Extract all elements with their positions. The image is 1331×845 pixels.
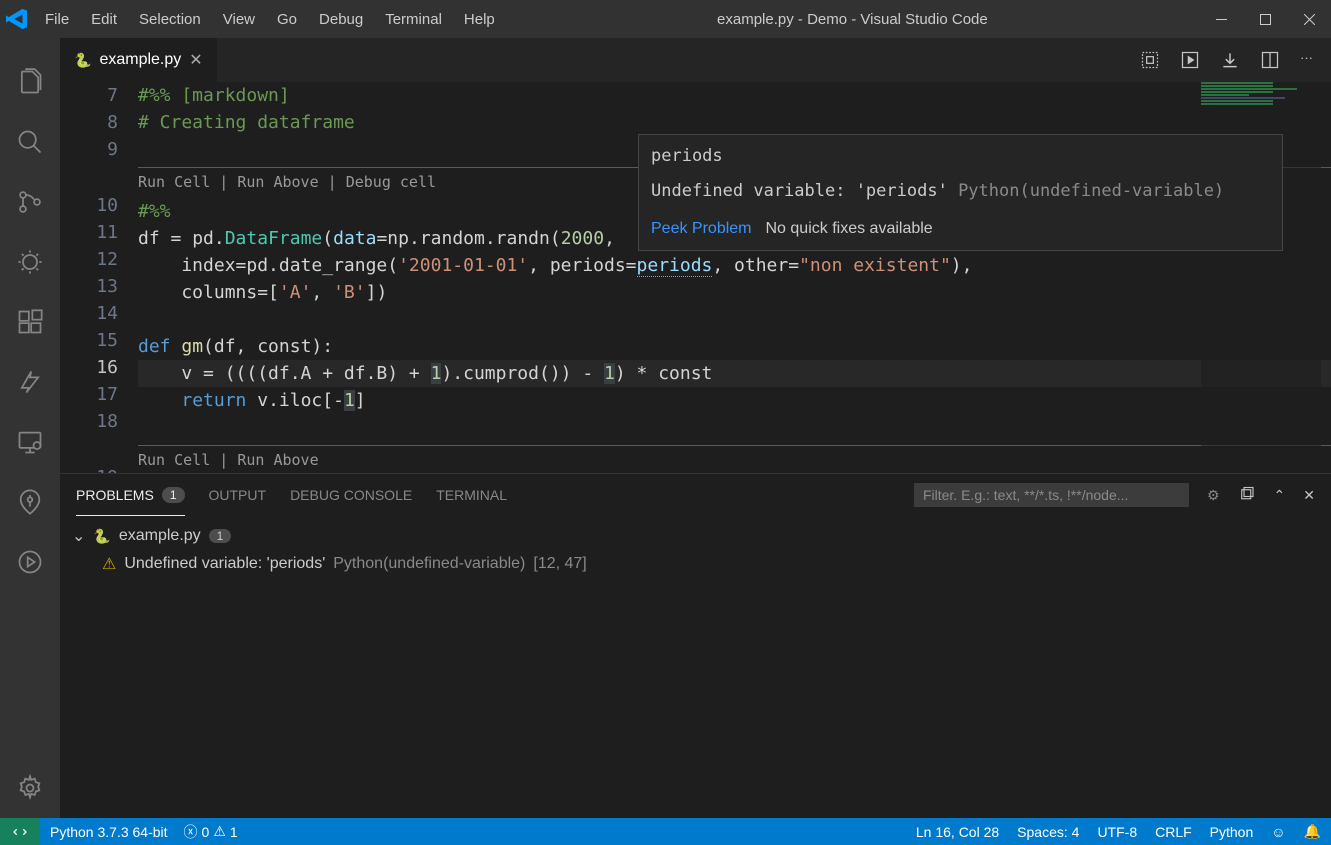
tab-debug-console[interactable]: DEBUG CONSOLE	[290, 474, 412, 516]
problem-source: Python(undefined-variable)	[333, 555, 525, 573]
collapse-all-icon[interactable]	[1238, 486, 1256, 504]
source-control-icon[interactable]	[0, 172, 60, 232]
python-file-icon: 🐍	[74, 52, 91, 69]
tab-terminal[interactable]: TERMINAL	[436, 474, 507, 516]
chevron-up-icon[interactable]: ⌃	[1274, 487, 1286, 504]
status-cursor-position[interactable]: Ln 16, Col 28	[916, 824, 999, 840]
close-button[interactable]	[1287, 0, 1331, 38]
menubar: File Edit Selection View Go Debug Termin…	[34, 0, 506, 38]
explorer-icon[interactable]	[0, 52, 60, 112]
maximize-button[interactable]	[1243, 0, 1287, 38]
gitlens-icon[interactable]	[0, 472, 60, 532]
vscode-logo-icon	[0, 2, 34, 36]
tab-example-py[interactable]: 🐍 example.py ✕	[60, 38, 217, 82]
problem-message: Undefined variable: 'periods'	[124, 555, 325, 573]
debug-icon[interactable]	[0, 232, 60, 292]
window-title: example.py - Demo - Visual Studio Code	[506, 11, 1199, 28]
problem-item[interactable]: ⚠ Undefined variable: 'periods' Python(u…	[72, 550, 1319, 578]
menu-view[interactable]: View	[212, 0, 266, 38]
status-errors-warnings[interactable]: ⓧ0 ⚠1	[184, 822, 238, 842]
activity-bar	[0, 38, 60, 818]
run-file-icon[interactable]	[1180, 50, 1200, 70]
peek-problem-link[interactable]: Peek Problem	[651, 220, 752, 237]
search-icon[interactable]	[0, 112, 60, 172]
bottom-panel: PROBLEMS1 OUTPUT DEBUG CONSOLE TERMINAL …	[60, 473, 1331, 818]
code-line: #%%	[138, 201, 171, 222]
code-line: # Creating dataframe	[138, 112, 355, 133]
chevron-down-icon: ⌄	[72, 526, 85, 546]
status-encoding[interactable]: UTF-8	[1097, 824, 1137, 840]
notifications-bell-icon[interactable]: 🔔	[1304, 823, 1321, 840]
run-cell-icon[interactable]	[1140, 50, 1160, 70]
status-bar: Python 3.7.3 64-bit ⓧ0 ⚠1 Ln 16, Col 28 …	[0, 818, 1331, 845]
menu-debug[interactable]: Debug	[308, 0, 374, 38]
menu-go[interactable]: Go	[266, 0, 308, 38]
error-icon: ⓧ	[184, 822, 198, 842]
codelens-run-cell-2[interactable]: Run Cell | Run Above	[138, 451, 319, 469]
download-icon[interactable]	[1220, 50, 1240, 70]
filter-settings-icon[interactable]: ⚙	[1207, 487, 1220, 504]
code-line: #%% [markdown]	[138, 85, 290, 106]
split-editor-icon[interactable]	[1260, 50, 1280, 70]
hover-popup: periods Undefined variable: 'periods' Py…	[638, 134, 1283, 251]
feedback-smiley-icon[interactable]: ☺	[1271, 824, 1285, 840]
more-actions-icon[interactable]: ···	[1300, 50, 1313, 70]
status-eol[interactable]: CRLF	[1155, 824, 1192, 840]
menu-help[interactable]: Help	[453, 0, 506, 38]
settings-gear-icon[interactable]	[0, 758, 60, 818]
problem-file-name: example.py	[119, 527, 201, 545]
menu-file[interactable]: File	[34, 0, 80, 38]
tab-output[interactable]: OUTPUT	[209, 474, 267, 516]
problem-file-row[interactable]: ⌄ 🐍 example.py 1	[72, 522, 1319, 550]
hover-message: Undefined variable: 'periods'	[651, 181, 948, 201]
tab-bar: 🐍 example.py ✕ ···	[60, 38, 1331, 82]
titlebar: File Edit Selection View Go Debug Termin…	[0, 0, 1331, 38]
extensions-icon[interactable]	[0, 292, 60, 352]
code-editor[interactable]: 7 8 9 10 11 12 13 14 15 16 17 18 19 #%% …	[60, 82, 1331, 473]
menu-edit[interactable]: Edit	[80, 0, 128, 38]
problem-location: [12, 47]	[533, 555, 586, 573]
minimize-button[interactable]	[1199, 0, 1243, 38]
hover-source: Python(undefined-variable)	[958, 181, 1224, 201]
panel-close-icon[interactable]: ✕	[1303, 487, 1315, 504]
problems-filter-input[interactable]	[914, 483, 1189, 507]
warning-icon: ⚠	[213, 823, 226, 840]
remote-explorer-icon[interactable]	[0, 412, 60, 472]
test-icon[interactable]	[0, 532, 60, 592]
status-indentation[interactable]: Spaces: 4	[1017, 824, 1079, 840]
codelens-run-cell[interactable]: Run Cell | Run Above | Debug cell	[138, 173, 436, 191]
hover-title: periods	[651, 143, 1270, 170]
status-language[interactable]: Python	[1210, 824, 1254, 840]
tab-close-icon[interactable]: ✕	[189, 50, 202, 70]
tab-label: example.py	[99, 51, 181, 69]
warning-icon: ⚠	[102, 554, 116, 574]
menu-terminal[interactable]: Terminal	[374, 0, 453, 38]
azure-icon[interactable]	[0, 352, 60, 412]
python-file-icon: 🐍	[93, 528, 110, 545]
no-quick-fix-label: No quick fixes available	[766, 220, 933, 237]
tab-problems[interactable]: PROBLEMS1	[76, 474, 185, 516]
status-python-version[interactable]: Python 3.7.3 64-bit	[50, 824, 168, 840]
line-number-gutter: 7 8 9 10 11 12 13 14 15 16 17 18 19	[60, 82, 138, 473]
remote-indicator[interactable]	[0, 818, 40, 845]
problem-file-count: 1	[209, 529, 232, 543]
menu-selection[interactable]: Selection	[128, 0, 212, 38]
